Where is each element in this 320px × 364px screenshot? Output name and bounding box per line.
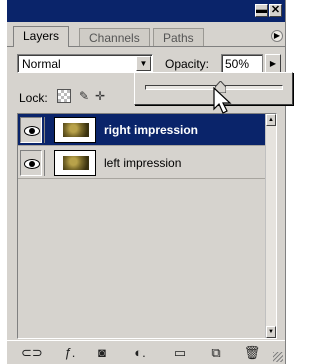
blend-mode-value: Normal <box>22 57 61 71</box>
layers-list: right impression left impression ▲ ▼ <box>17 113 277 339</box>
tab-paths[interactable]: Paths <box>153 28 204 46</box>
opacity-label: Opacity: <box>165 57 210 71</box>
lock-image-brush-icon[interactable]: ✎ <box>77 89 91 103</box>
trash-icon[interactable]: 🗑 <box>243 345 261 361</box>
layer-row-right-impression[interactable]: right impression <box>18 114 266 146</box>
opacity-input[interactable]: 50% <box>221 54 263 73</box>
opacity-slider-arrow-icon[interactable]: ▶ <box>265 54 281 73</box>
layer-name: right impression <box>104 123 199 137</box>
layer-visibility-toggle[interactable] <box>20 150 42 176</box>
layer-visibility-toggle[interactable] <box>20 117 42 143</box>
lock-label: Lock: <box>19 91 48 105</box>
layer-row-left-impression[interactable]: left impression <box>18 147 266 179</box>
palette-title-bar[interactable]: ▬ ✕ <box>7 0 285 22</box>
lock-transparency-icon[interactable] <box>57 89 71 103</box>
lock-position-move-icon[interactable]: ✛ <box>93 89 107 103</box>
layer-thumbnail <box>54 117 96 143</box>
layer-thumbnail <box>54 150 96 176</box>
resize-grip-icon[interactable] <box>273 352 283 362</box>
panel-menu-icon[interactable]: ▶ <box>271 30 283 42</box>
layer-style-icon[interactable]: ƒ. <box>61 345 79 361</box>
mouse-cursor-icon <box>213 87 232 114</box>
new-layer-icon[interactable]: ⧉ <box>207 345 225 361</box>
scroll-up-icon[interactable]: ▲ <box>266 114 276 126</box>
layer-link-slot[interactable] <box>44 150 52 176</box>
blend-mode-select[interactable]: Normal ▼ <box>17 54 153 73</box>
minimize-icon[interactable]: ▬ <box>255 4 268 17</box>
adjustment-layer-icon[interactable]: ◐. <box>131 345 149 361</box>
eye-icon <box>24 159 40 169</box>
chevron-down-icon[interactable]: ▼ <box>136 56 151 71</box>
opacity-value: 50% <box>225 57 250 71</box>
layer-name: left impression <box>104 156 182 170</box>
layers-scrollbar[interactable]: ▲ ▼ <box>265 114 276 338</box>
palette-bottom-bar: ⊂⊃ ƒ. ◙ ◐. ▭ ⧉ 🗑 <box>7 340 285 364</box>
layers-palette: ▬ ✕ Layers Channels Paths ▶ Normal ▼ Opa… <box>6 0 293 364</box>
palette-tabs: Layers Channels Paths ▶ <box>13 26 283 47</box>
scroll-down-icon[interactable]: ▼ <box>266 326 276 338</box>
link-icon[interactable]: ⊂⊃ <box>21 345 43 361</box>
new-set-icon[interactable]: ▭ <box>171 345 189 361</box>
layer-link-slot[interactable] <box>44 117 52 143</box>
tab-channels[interactable]: Channels <box>79 28 150 46</box>
opacity-slider-popup <box>134 72 293 114</box>
tab-layers[interactable]: Layers <box>13 26 70 47</box>
add-mask-icon[interactable]: ◙ <box>93 345 111 361</box>
eye-icon <box>24 126 40 136</box>
close-icon[interactable]: ✕ <box>269 4 282 17</box>
